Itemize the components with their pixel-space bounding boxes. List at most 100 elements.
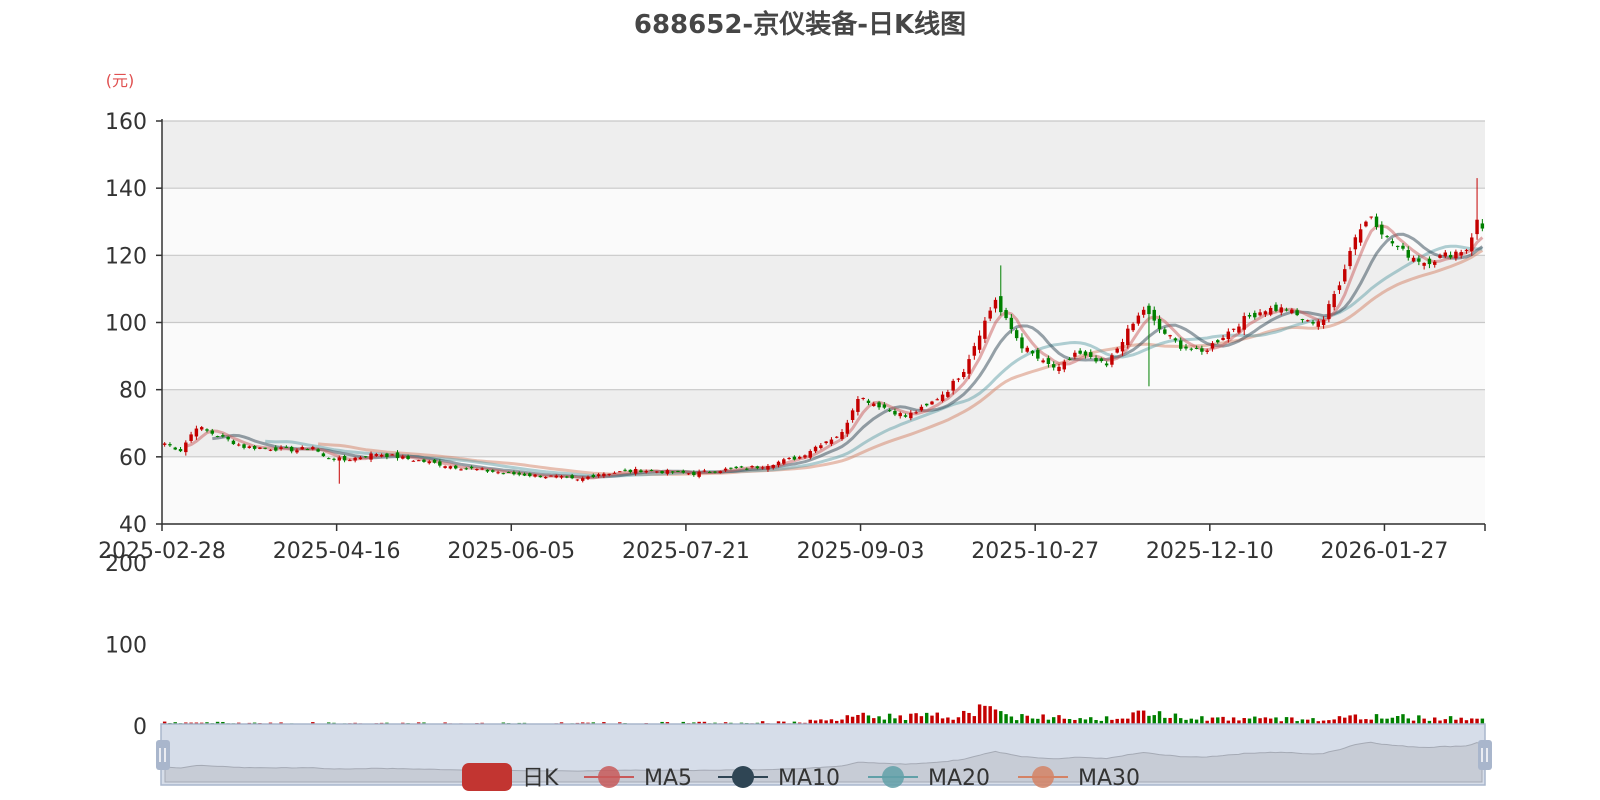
candle-body (305, 449, 310, 451)
candle-body (898, 413, 902, 417)
candle-body (692, 472, 696, 476)
price-tick-label: 140 (105, 177, 147, 202)
candle-body (708, 471, 712, 473)
candle-body (1157, 318, 1162, 330)
candle-body (586, 476, 590, 479)
candle-body (856, 398, 860, 412)
zoom-handle-left[interactable] (156, 740, 170, 770)
candle-body (924, 403, 929, 406)
candle-body (369, 453, 373, 460)
zoom-handle-right[interactable] (1478, 740, 1492, 770)
price-axis-ticks: 40 60 80 100 120 140 160 (105, 110, 162, 538)
candle-body (231, 440, 236, 445)
candle-body (422, 459, 426, 462)
legend-dot-icon (598, 766, 620, 788)
price-tick-label: 40 (119, 513, 147, 538)
candle-body (284, 446, 289, 448)
candle-body (1226, 331, 1231, 340)
candle-body (1004, 310, 1008, 319)
candle-body (491, 470, 495, 472)
legend-item-ma20[interactable]: MA20 (868, 766, 990, 791)
candle-body (332, 458, 336, 460)
candle-body (162, 443, 167, 445)
candle-body (819, 445, 823, 449)
date-tick-label: 2025-10-27 (971, 539, 1099, 564)
date-tick-label: 2026-01-27 (1321, 539, 1449, 564)
candle-body (1448, 254, 1453, 258)
candle-body (803, 455, 807, 458)
candle-body (734, 466, 738, 468)
candle-body (702, 470, 707, 472)
candle-body (1057, 366, 1061, 372)
candle-body (1395, 245, 1400, 248)
candle-body (395, 452, 400, 459)
legend-item-ma10[interactable]: MA10 (718, 766, 840, 791)
candle-body (1464, 249, 1469, 251)
candle-body (1253, 312, 1257, 318)
candle-body (1343, 269, 1347, 282)
candle-body (1046, 358, 1051, 364)
legend-dot-icon (1032, 766, 1054, 788)
candle-body (321, 453, 326, 457)
candle-body (623, 469, 627, 471)
candle-body (1268, 307, 1273, 315)
candle-body (1237, 326, 1241, 333)
candle-body (549, 475, 553, 477)
legend-dot-icon (732, 766, 754, 788)
candle-body (602, 473, 606, 477)
candle-body (845, 422, 850, 434)
candle-body (1178, 340, 1183, 349)
candle-body (459, 469, 463, 471)
legend-item-ma30[interactable]: MA30 (1018, 766, 1140, 791)
candle-body (221, 435, 225, 437)
candle-body (628, 469, 633, 472)
candle-body (919, 406, 924, 411)
candle-body (1422, 262, 1426, 266)
candle-body (1163, 329, 1167, 334)
date-tick-label: 2025-12-10 (1146, 539, 1274, 564)
date-tick-label: 2025-07-21 (622, 539, 750, 564)
candle-body (1025, 347, 1029, 352)
candle-body (1030, 350, 1035, 354)
candle-body (1120, 342, 1125, 352)
candle-body (967, 359, 971, 374)
candle-body (644, 471, 648, 473)
price-unit-label: (元) (106, 71, 135, 90)
candle-body (1369, 216, 1373, 218)
candle-body (178, 449, 183, 452)
legend-dot-icon (882, 766, 904, 788)
candle-body (1353, 237, 1358, 250)
candle-body (1126, 328, 1130, 346)
candle-body (681, 470, 685, 473)
candle-body (993, 299, 998, 309)
candle-body (1401, 245, 1405, 249)
legend-label: MA5 (644, 766, 692, 791)
candle-body (787, 457, 791, 460)
candle-body (485, 469, 490, 472)
candle-body (835, 436, 839, 438)
candle-body (1089, 352, 1093, 357)
candle-body (427, 461, 431, 464)
candle-body (559, 476, 564, 478)
candle-body (1189, 348, 1194, 350)
legend-item-日k[interactable]: 日K (462, 763, 559, 791)
candle-body (1115, 348, 1119, 353)
candle-body (1480, 223, 1485, 229)
candle-body (1454, 251, 1458, 259)
candle-body (951, 380, 955, 391)
candle-body (1147, 305, 1151, 315)
candle-body (618, 471, 622, 473)
candle-body (226, 436, 230, 440)
candle-body (813, 446, 818, 452)
price-band (162, 389, 1485, 457)
candle-body (528, 473, 532, 477)
candle-body (443, 466, 447, 468)
candle-body (930, 401, 934, 405)
candle-body (506, 471, 511, 473)
candle-body (1104, 363, 1109, 366)
candle-body (1051, 364, 1056, 368)
candle-body (792, 456, 797, 460)
candle-body (533, 474, 537, 477)
candle-body (776, 461, 781, 466)
candle-body (464, 468, 469, 470)
